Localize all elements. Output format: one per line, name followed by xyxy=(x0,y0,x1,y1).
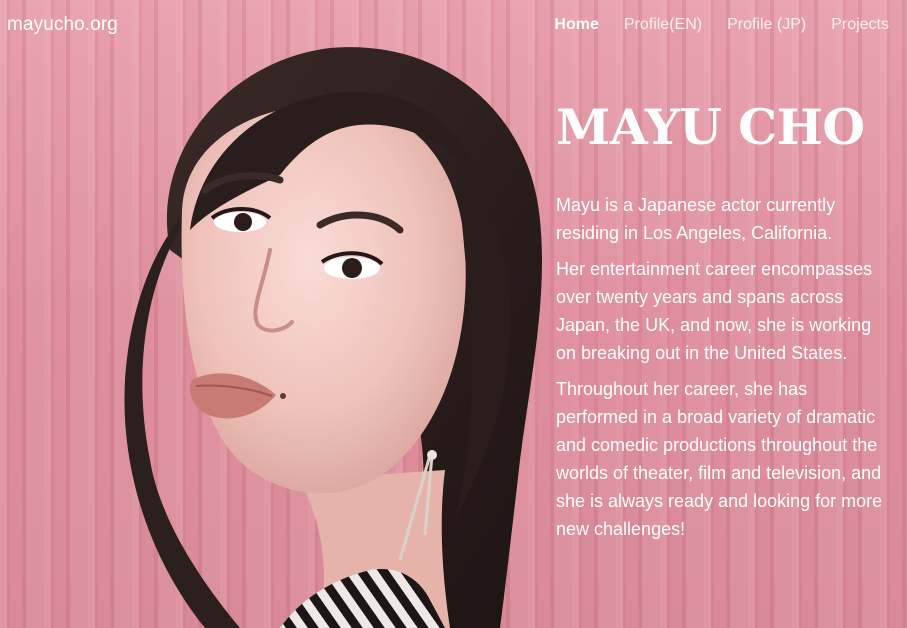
page-title: MAYU CHO xyxy=(556,98,865,156)
hero-section: mayucho.org Home Profile(EN) Profile (JP… xyxy=(0,0,907,628)
intro-section: MAYU CHO Mayu is a Japanese actor curren… xyxy=(556,97,891,551)
intro-paragraph-3: Throughout her career, she has performed… xyxy=(556,379,883,540)
site-brand-link[interactable]: mayucho.org xyxy=(7,14,118,36)
nav-links: Home Profile(EN) Profile (JP) Projects xyxy=(529,16,889,34)
intro-paragraph-2: Her entertainment career encompasses ove… xyxy=(556,259,873,364)
top-navbar: mayucho.org Home Profile(EN) Profile (JP… xyxy=(0,0,907,52)
nav-link-projects[interactable]: Projects xyxy=(831,16,889,34)
nav-link-profile-en[interactable]: Profile(EN) xyxy=(624,16,702,34)
intro-paragraph-1: Mayu is a Japanese actor currently resid… xyxy=(556,195,836,244)
nav-link-profile-jp[interactable]: Profile (JP) xyxy=(727,16,806,34)
nav-link-home[interactable]: Home xyxy=(554,16,598,34)
